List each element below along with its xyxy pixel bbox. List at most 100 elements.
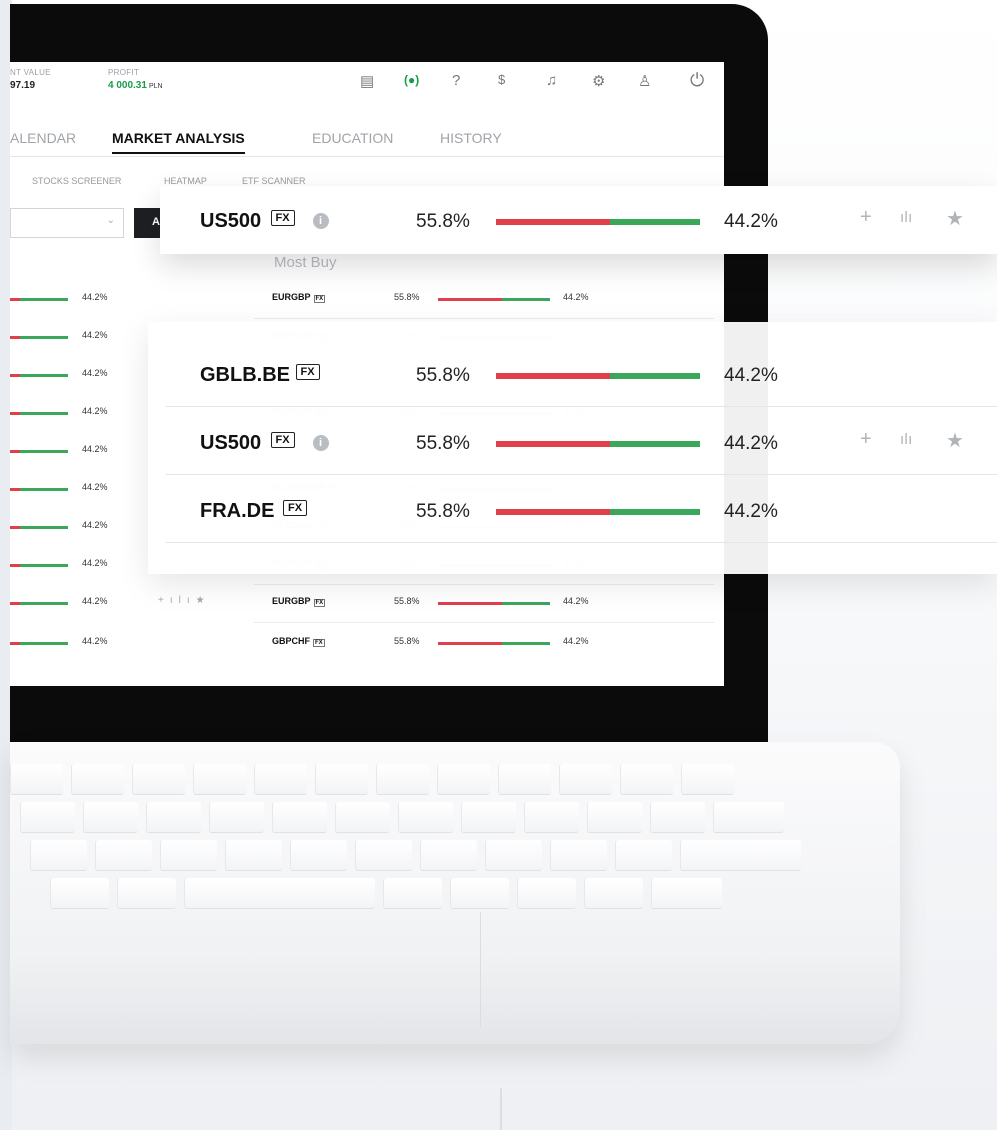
fx-tag: FX bbox=[313, 295, 326, 303]
sentiment-bar bbox=[10, 450, 68, 453]
tab-history[interactable]: HISTORY bbox=[440, 130, 502, 146]
chart-icon[interactable]: ıǀı bbox=[900, 431, 912, 448]
sentiment-card[interactable]: GBLB.BE FX 55.8% 44.2% bbox=[160, 340, 997, 408]
instrument-symbol[interactable]: GBLB.BE bbox=[200, 364, 290, 387]
chart-icon[interactable]: ıǀı bbox=[900, 209, 912, 226]
star-icon[interactable]: ★ bbox=[196, 595, 211, 606]
subtab-etf-scanner[interactable]: ETF SCANNER bbox=[242, 176, 306, 186]
market-row[interactable]: 44.2% EURGBP FX 55.8% 44.2% +ılı★ bbox=[10, 595, 724, 636]
profit-value-wrap: 4 000.31 PLN bbox=[108, 80, 163, 91]
subtab-heatmap[interactable]: HEATMAP bbox=[164, 176, 207, 186]
chart-icon[interactable]: ılı bbox=[170, 595, 196, 606]
row-divider bbox=[254, 622, 714, 623]
tab-education[interactable]: EDUCATION bbox=[312, 130, 393, 146]
live-signal-icon[interactable]: (●) bbox=[404, 73, 419, 87]
card-divider bbox=[166, 406, 997, 407]
sell-bar bbox=[438, 642, 502, 645]
buy-bar bbox=[20, 336, 68, 339]
subtab-stocks-screener[interactable]: STOCKS SCREENER bbox=[32, 176, 121, 186]
sell-percent: 55.8% bbox=[394, 292, 420, 302]
sell-bar bbox=[10, 488, 20, 491]
sentiment-bar bbox=[496, 219, 700, 225]
sell-bar bbox=[496, 441, 610, 447]
fx-tag: FX bbox=[313, 639, 325, 647]
sentiment-bar bbox=[496, 373, 700, 379]
bell-icon[interactable]: ♫ bbox=[546, 72, 557, 89]
instrument-symbol[interactable]: EURGBP FX bbox=[272, 292, 326, 303]
sentiment-card[interactable]: US500 FX i 55.8% 44.2% + ıǀı ★ bbox=[160, 408, 997, 476]
plus-icon[interactable]: + bbox=[158, 595, 170, 606]
star-icon[interactable]: ★ bbox=[946, 428, 964, 453]
instrument-symbol[interactable]: EURGBP FX bbox=[272, 596, 326, 607]
buy-bar bbox=[502, 602, 550, 605]
sell-bar bbox=[10, 450, 20, 453]
tab-calendar[interactable]: ALENDAR bbox=[10, 130, 76, 146]
card-divider bbox=[166, 542, 997, 543]
sentiment-bar bbox=[10, 526, 68, 529]
sentiment-card[interactable]: FRA.DE FX 55.8% 44.2% bbox=[160, 476, 997, 544]
sell-bar bbox=[496, 509, 610, 515]
market-select[interactable]: ⌄ bbox=[10, 208, 124, 238]
sentiment-bar bbox=[496, 441, 700, 447]
buy-bar bbox=[502, 298, 550, 301]
deposit-icon[interactable]: $ bbox=[498, 72, 505, 87]
profit-label: PROFIT bbox=[108, 68, 140, 77]
buy-percent: 44.2% bbox=[563, 596, 589, 606]
sell-bar bbox=[496, 373, 610, 379]
star-icon[interactable]: ★ bbox=[946, 206, 964, 231]
stand-line bbox=[500, 1088, 502, 1130]
sentiment-bar bbox=[10, 336, 68, 339]
fx-tag: FX bbox=[283, 500, 308, 516]
sentiment-bar bbox=[10, 564, 68, 567]
sell-bar bbox=[10, 336, 20, 339]
layout-icon[interactable]: ▤ bbox=[360, 72, 374, 90]
row-actions[interactable]: +ılı★ bbox=[158, 595, 211, 606]
buy-percent: 44.2% bbox=[82, 292, 108, 302]
sell-bar bbox=[10, 602, 20, 605]
sentiment-bar bbox=[10, 642, 68, 645]
sell-percent: 55.8% bbox=[416, 211, 470, 232]
buy-bar bbox=[20, 642, 68, 645]
plus-icon[interactable]: + bbox=[860, 428, 872, 451]
buy-bar bbox=[20, 488, 68, 491]
profit-unit: PLN bbox=[148, 83, 163, 90]
user-icon[interactable]: ♙ bbox=[638, 72, 651, 90]
help-icon[interactable]: ? bbox=[452, 72, 460, 89]
sell-percent: 55.8% bbox=[394, 636, 420, 646]
sell-bar bbox=[496, 219, 610, 225]
account-value-label: NT VALUE bbox=[10, 68, 51, 77]
instrument-symbol[interactable]: GBPCHF FX bbox=[272, 636, 325, 647]
buy-bar bbox=[610, 373, 700, 379]
fx-tag: FX bbox=[270, 432, 295, 448]
buy-bar bbox=[20, 564, 68, 567]
info-icon[interactable]: i bbox=[312, 435, 329, 451]
instrument-symbol[interactable]: US500 bbox=[200, 432, 261, 455]
buy-percent: 44.2% bbox=[82, 406, 108, 416]
info-icon[interactable]: i bbox=[312, 213, 329, 229]
plus-icon[interactable]: + bbox=[860, 206, 872, 229]
sell-bar bbox=[10, 526, 20, 529]
instrument-symbol[interactable]: FRA.DE bbox=[200, 500, 274, 523]
buy-bar bbox=[20, 602, 68, 605]
instrument-symbol[interactable]: US500 bbox=[200, 210, 261, 233]
sell-bar bbox=[10, 374, 20, 377]
profit-value: 4 000.31 bbox=[108, 80, 147, 91]
card-divider bbox=[166, 474, 997, 475]
buy-percent: 44.2% bbox=[724, 501, 778, 522]
sentiment-card[interactable]: US500 FX i 55.8% 44.2% + ıǀı ★ bbox=[160, 186, 997, 254]
keyboard-row bbox=[30, 840, 801, 871]
sell-bar bbox=[10, 298, 20, 301]
laptop-base bbox=[10, 742, 900, 1044]
tab-market-analysis[interactable]: MARKET ANALYSIS bbox=[112, 130, 245, 154]
buy-percent: 44.2% bbox=[82, 444, 108, 454]
market-row[interactable]: 44.2% GBPCHF FX 55.8% 44.2% bbox=[10, 636, 724, 676]
buy-percent: 44.2% bbox=[82, 368, 108, 378]
settings-icon[interactable]: ⚙ bbox=[592, 72, 605, 90]
row-divider bbox=[254, 584, 714, 585]
sell-percent: 55.8% bbox=[416, 433, 470, 454]
buy-bar bbox=[20, 374, 68, 377]
sell-bar bbox=[10, 642, 20, 645]
power-icon[interactable]: ⏻ bbox=[690, 70, 704, 91]
buy-bar bbox=[610, 219, 700, 225]
buy-bar bbox=[20, 298, 68, 301]
